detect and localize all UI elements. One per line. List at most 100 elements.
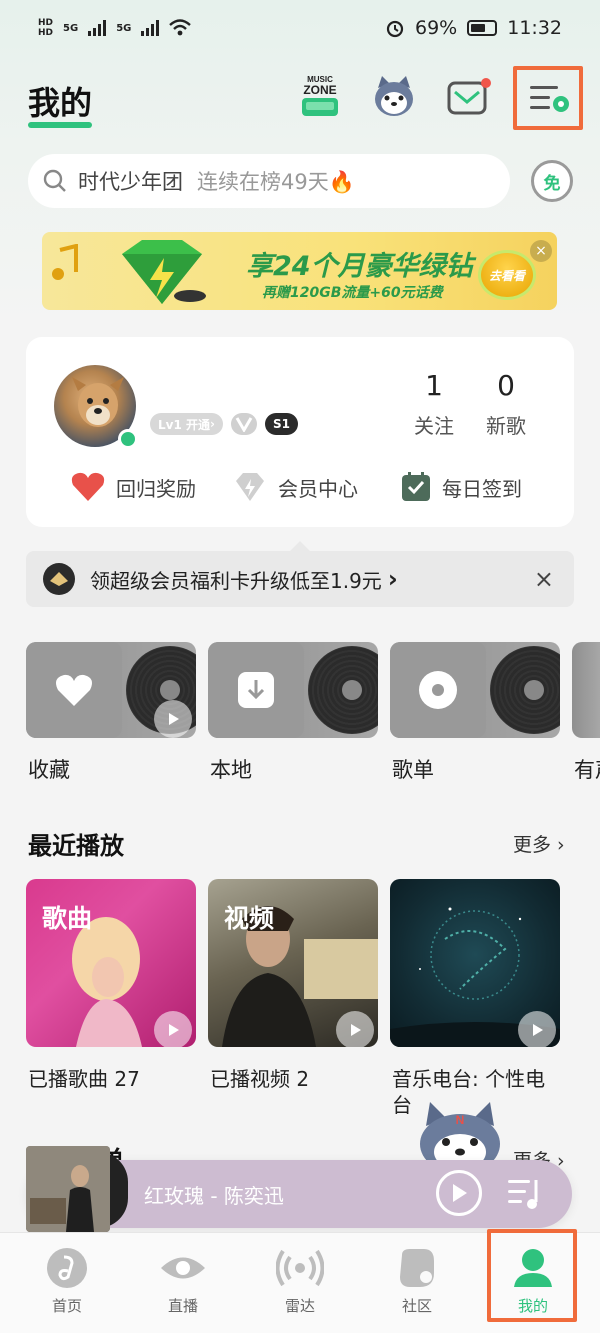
clock: 11:32 [507,17,562,39]
new-songs-stat[interactable]: 0 新歌 [478,369,534,439]
signal-icon-2 [141,20,160,36]
banner-go-button[interactable]: 去看看 [478,250,536,300]
battery-percent: 69% [415,17,458,39]
quick-label: 回归奖励 [116,476,196,501]
heart-icon [71,472,105,501]
net2-label: 5G [116,22,132,34]
tab-home[interactable]: 首页 [22,1247,112,1316]
music-note-icon [52,244,78,280]
husky-mascot-icon [375,76,413,116]
play-icon[interactable] [518,1011,556,1047]
menu-settings-icon [530,86,569,112]
vinyl-record [490,646,560,734]
tile-favorites[interactable] [26,642,196,738]
download-icon [238,672,274,708]
settings-menu-button[interactable] [528,80,572,116]
svg-text:N: N [456,1113,465,1127]
profile-card: Lv1 开通 › S1 1 关注 0 新歌 回归奖励 会员中心 每日签到 [26,337,574,527]
tab-label: 社区 [401,1297,432,1315]
s-level-badge[interactable]: S1 [264,413,298,435]
tab-community[interactable]: 社区 [372,1247,462,1316]
play-icon[interactable] [154,1011,192,1047]
calendar-check-icon [402,472,430,501]
recent-songs-card[interactable]: 歌曲 [26,879,196,1047]
wechat-badge [118,429,138,449]
search-bar[interactable]: 时代少年团 连续在榜49天🔥 [28,154,510,208]
home-note-icon [47,1248,87,1288]
play-button[interactable] [436,1170,482,1216]
recent-videos-card[interactable]: 视频 [208,879,378,1047]
page-title: 我的 [28,84,93,122]
vinyl-record [308,646,378,734]
eye-icon [161,1257,205,1279]
promo-close-button[interactable]: × [534,565,554,593]
recent-label: 已播视频 2 [210,1067,310,1091]
husky-mascot-icon[interactable]: N [408,1096,512,1168]
chevron-right-icon: › [387,565,398,593]
now-playing-title: 红玫瑰 - 陈奕迅 [144,1184,284,1208]
tab-label: 雷达 [284,1297,315,1315]
level-badge[interactable]: Lv1 开通 › [150,413,223,435]
diamond-icon [236,473,264,501]
promo-banner[interactable]: 享24个月豪华绿钻 再赠120GB流量+60元话费 去看看 × [42,232,557,310]
tile-label: 歌单 [392,758,434,782]
messages-button[interactable] [446,78,492,118]
badge-row: Lv1 开通 › S1 [150,413,298,435]
recent-radio-card[interactable] [390,879,560,1047]
tile-local[interactable] [208,642,378,738]
recent-tag: 歌曲 [42,904,93,933]
recent-more-link[interactable]: 更多 › [513,830,565,857]
bottom-tab-bar: 首页 直播 雷达 社区 我的 [0,1229,600,1333]
chevron-right-icon: › [210,417,215,431]
following-label: 关注 [414,414,454,438]
following-stat[interactable]: 1 关注 [406,369,462,439]
tab-live[interactable]: 直播 [138,1247,228,1316]
music-zone-button[interactable]: MUSIC ZONE [296,70,344,120]
v-heart-icon [235,417,253,432]
network-indicators: HD HD 5G 5G [38,18,192,38]
tab-mine[interactable]: 我的 [488,1247,578,1316]
svg-text:ZONE: ZONE [303,83,336,97]
battery-icon [467,20,498,36]
following-count: 1 [425,369,443,402]
quick-member-center[interactable]: 会员中心 [232,471,358,503]
mini-player[interactable]: 红玫瑰 - 陈奕迅 [26,1146,572,1232]
title-underline [28,122,92,128]
banner-close-button[interactable]: × [530,240,552,262]
play-icon[interactable] [336,1011,374,1047]
s-level-label: S1 [272,417,290,431]
new-songs-count: 0 [497,369,515,402]
vip-promo-strip[interactable]: 领超级会员福利卡升级低至1.9元 › × [26,541,574,607]
free-mode-button[interactable]: 免 [531,160,573,202]
wifi-icon [169,19,192,36]
new-songs-label: 新歌 [486,414,526,438]
tile-label: 收藏 [28,758,70,782]
diamond-illustration [122,240,206,304]
community-bubble-icon [400,1249,434,1287]
tile-icon-box [390,642,486,738]
tile-audio[interactable] [572,642,600,738]
hd-icon: HD HD [38,18,54,38]
quick-daily-checkin[interactable]: 每日签到 [400,471,522,503]
status-bar: HD HD 5G 5G 69% 11:32 [0,0,600,56]
vip-badge[interactable] [230,413,257,435]
level-badge-label: Lv1 开通 [158,417,210,432]
mascot-button[interactable] [372,74,416,118]
play-icon[interactable] [154,700,192,738]
tile-playlists[interactable] [390,642,560,738]
radar-icon [276,1249,324,1287]
quick-return-reward[interactable]: 回归奖励 [70,471,196,503]
banner-headline: 享24个月豪华绿钻 [246,251,473,282]
tab-radar[interactable]: 雷达 [255,1247,345,1316]
recent-tag: 视频 [224,904,275,933]
album-cover[interactable] [26,1146,110,1232]
tile-label: 本地 [210,758,252,782]
tab-label: 我的 [517,1297,548,1315]
tile-icon-box [26,642,122,738]
mail-icon [447,78,491,115]
quick-label: 每日签到 [442,476,522,501]
promo-text: 领超级会员福利卡升级低至1.9元 [90,568,382,593]
alarm-icon [386,20,404,38]
tab-label: 直播 [167,1297,198,1315]
playlist-icon[interactable] [506,1176,544,1212]
